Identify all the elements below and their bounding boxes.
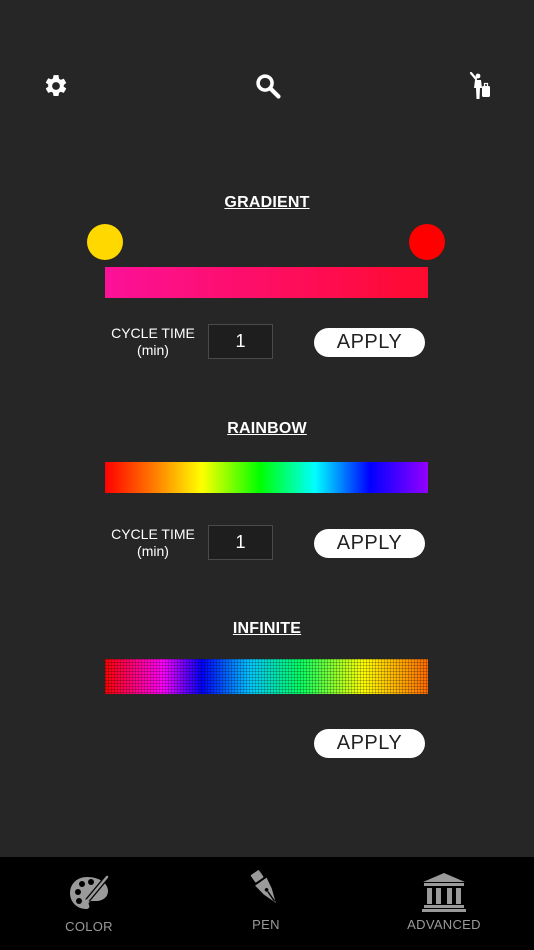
gradient-start-knob[interactable] bbox=[87, 224, 123, 260]
search-button[interactable] bbox=[252, 70, 284, 102]
gear-icon bbox=[45, 75, 67, 96]
rainbow-cycle-input[interactable] bbox=[208, 525, 273, 560]
gradient-cycle-label: CYCLE TIME (min) bbox=[100, 325, 206, 359]
bottom-nav: COLOR PEN ADVANCED bbox=[0, 857, 534, 950]
nav-label-color: COLOR bbox=[65, 919, 113, 934]
gradient-cycle-input[interactable] bbox=[208, 324, 273, 359]
nav-item-pen[interactable]: PEN bbox=[206, 857, 326, 950]
rainbow-cycle-label-line1: CYCLE TIME bbox=[111, 526, 195, 542]
settings-button[interactable] bbox=[40, 70, 72, 102]
gradient-cycle-label-line2: (min) bbox=[137, 342, 169, 358]
temple-icon bbox=[422, 873, 466, 912]
nav-label-advanced: ADVANCED bbox=[407, 917, 481, 932]
rainbow-title: RAINBOW bbox=[227, 420, 307, 437]
nav-item-advanced[interactable]: ADVANCED bbox=[384, 857, 504, 950]
gradient-bar bbox=[105, 267, 428, 298]
nav-item-color[interactable]: COLOR bbox=[29, 857, 149, 950]
travel-button[interactable] bbox=[464, 70, 496, 102]
gradient-apply-button[interactable]: APPLY bbox=[314, 328, 425, 357]
gradient-cycle-label-line1: CYCLE TIME bbox=[111, 325, 195, 341]
pen-nib-icon bbox=[250, 870, 276, 903]
search-icon bbox=[256, 74, 281, 99]
infinite-bar bbox=[105, 659, 428, 694]
gradient-title: GRADIENT bbox=[224, 194, 310, 211]
rainbow-bar bbox=[105, 462, 428, 493]
gradient-end-knob[interactable] bbox=[409, 224, 445, 260]
nav-label-pen: PEN bbox=[252, 917, 280, 932]
rainbow-apply-button[interactable]: APPLY bbox=[314, 529, 425, 558]
rainbow-cycle-label-line2: (min) bbox=[137, 543, 169, 559]
palette-icon bbox=[70, 875, 109, 909]
infinite-title: INFINITE bbox=[232, 620, 302, 637]
person-luggage-icon bbox=[469, 71, 490, 99]
infinite-bar-texture bbox=[105, 659, 428, 694]
rainbow-cycle-label: CYCLE TIME (min) bbox=[100, 526, 206, 560]
infinite-apply-button[interactable]: APPLY bbox=[314, 729, 425, 758]
